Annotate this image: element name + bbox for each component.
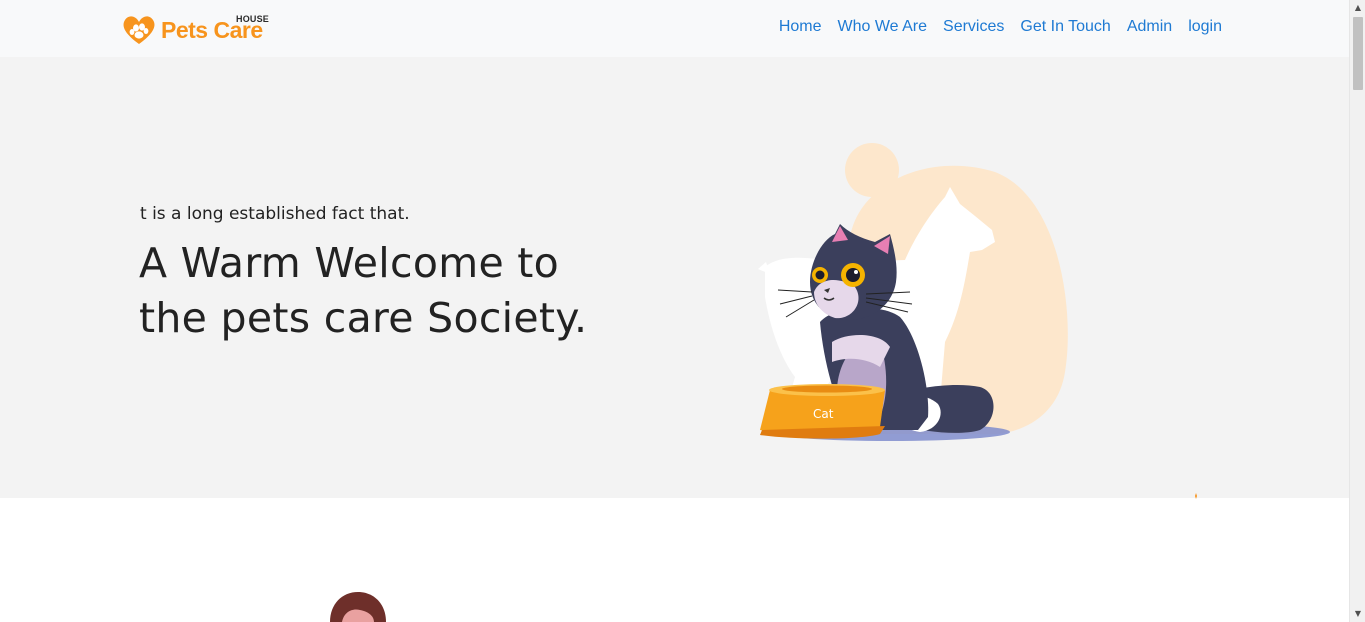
cat-and-dog-illustration: Cat — [758, 143, 1068, 441]
sparkle-icon — [1195, 493, 1197, 499]
nav-link-services[interactable]: Services — [943, 18, 1004, 36]
nav-link-get-in-touch[interactable]: Get In Touch — [1020, 18, 1110, 36]
page-scrollbar[interactable]: ▲ ▼ — [1349, 0, 1365, 622]
triangle-up-icon[interactable]: ▲ — [1350, 0, 1365, 16]
triangle-down-icon[interactable]: ▼ — [1350, 606, 1365, 622]
nav-link-admin[interactable]: Admin — [1127, 18, 1172, 36]
about-section — [0, 498, 1349, 622]
hero-title: A Warm Welcome to the pets care Society. — [139, 239, 588, 342]
brand-name: Pets Care — [161, 17, 263, 43]
nav-link-who-we-are[interactable]: Who We Are — [838, 18, 928, 36]
scrollbar-thumb[interactable] — [1353, 17, 1363, 90]
nav-link-home[interactable]: Home — [779, 18, 822, 36]
hero-section: t is a long established fact that. A War… — [0, 57, 1349, 498]
paw-heart-icon — [123, 16, 155, 44]
nav-links: Home Who We Are Services Get In Touch Ad… — [779, 18, 1222, 36]
top-navbar: HOUSE Pets Care Home Who We Are Services… — [0, 0, 1349, 57]
girl-illustration — [330, 592, 386, 622]
nav-link-login[interactable]: login — [1188, 18, 1222, 36]
hero-subtitle: t is a long established fact that. — [140, 204, 410, 224]
brand-logo[interactable]: HOUSE Pets Care — [119, 12, 274, 46]
bowl-label: Cat — [813, 407, 834, 421]
